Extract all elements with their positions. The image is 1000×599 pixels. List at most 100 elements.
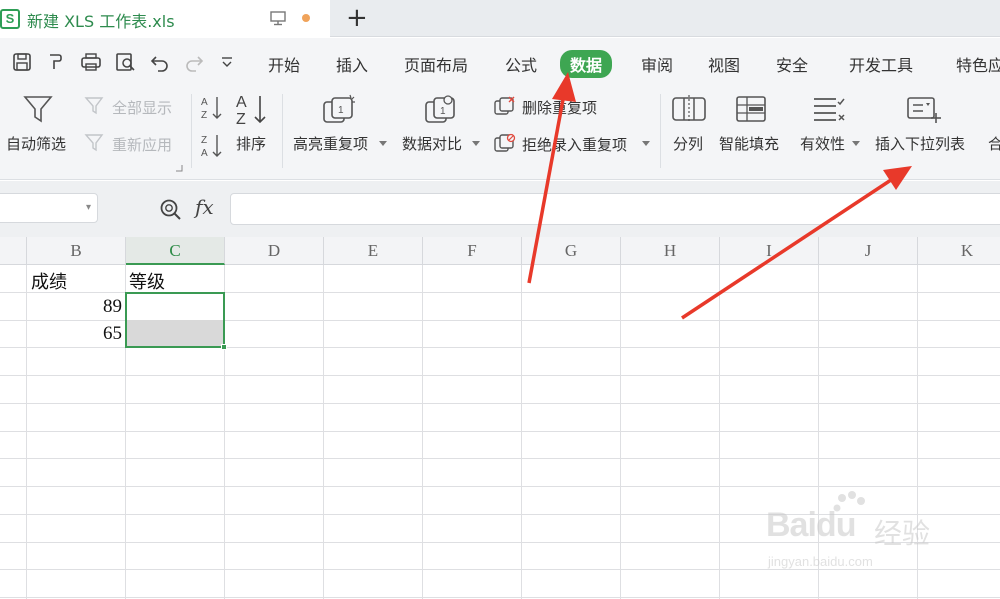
ribbon-separator <box>282 94 283 168</box>
document-title: 新建 XLS 工作表.xls <box>27 12 175 31</box>
data-validation-icon <box>814 98 845 121</box>
grid-line <box>0 375 1000 376</box>
svg-text:Z: Z <box>236 111 246 126</box>
zoom-icon[interactable] <box>159 198 183 222</box>
smart-fill-button[interactable]: 智能填充 <box>719 133 779 154</box>
menu-home[interactable]: 开始 <box>268 52 300 76</box>
filter-icon <box>23 96 53 123</box>
menu-security[interactable]: 安全 <box>776 52 808 76</box>
reject-duplicates-button[interactable]: 拒绝录入重复项 <box>522 134 627 155</box>
cell-c1[interactable]: 等级 <box>129 268 165 294</box>
unsaved-dot-icon <box>302 14 310 22</box>
menu-developer[interactable]: 开发工具 <box>849 52 913 76</box>
save-icon[interactable] <box>12 52 32 72</box>
monitor-icon[interactable] <box>270 11 286 26</box>
insert-dropdown-list-icon <box>907 97 941 123</box>
svg-text:1: 1 <box>338 105 344 116</box>
smart-fill-icon <box>736 96 766 122</box>
grid-line <box>0 458 1000 459</box>
menu-view[interactable]: 视图 <box>708 52 740 76</box>
column-header-k[interactable]: K <box>918 237 1000 265</box>
validity-button[interactable]: 有效性 <box>800 133 845 154</box>
column-header-g[interactable]: G <box>522 237 621 265</box>
chevron-down-icon[interactable] <box>472 141 480 147</box>
highlight-duplicates-button[interactable]: 高亮重复项 <box>293 133 368 154</box>
spreadsheet-logo-icon: S <box>0 9 20 29</box>
column-header-f[interactable]: F <box>423 237 522 265</box>
menu-review[interactable]: 审阅 <box>641 52 673 76</box>
menu-insert[interactable]: 插入 <box>336 52 368 76</box>
chevron-down-icon[interactable]: ▾ <box>86 202 91 213</box>
tab-bar: S 新建 XLS 工作表.xls + <box>0 0 1000 37</box>
remove-duplicates-button[interactable]: 删除重复项 <box>522 97 597 118</box>
show-all-filter-icon <box>84 97 104 115</box>
customize-dropdown-icon[interactable] <box>220 55 234 69</box>
data-compare-button[interactable]: 数据对比 <box>402 133 462 154</box>
print-preview-icon[interactable] <box>115 52 137 72</box>
redo-icon[interactable] <box>184 52 204 72</box>
sort-descending-icon[interactable]: Z A <box>199 132 225 160</box>
split-columns-icon <box>672 95 706 123</box>
print-icon[interactable] <box>80 52 102 72</box>
undo-icon[interactable] <box>150 52 170 72</box>
cell-b2[interactable]: 89 <box>27 296 122 318</box>
fill-handle[interactable] <box>221 344 227 350</box>
svg-text:A: A <box>201 148 208 159</box>
grid-line <box>719 265 720 599</box>
formula-bar: ▾ fx <box>0 181 1000 237</box>
reapply-button[interactable]: 重新应用 <box>112 134 172 155</box>
name-box[interactable]: ▾ <box>0 193 98 223</box>
menu-page-layout[interactable]: 页面布局 <box>404 52 468 76</box>
svg-text:Z: Z <box>201 135 207 146</box>
remove-duplicates-icon <box>494 96 515 115</box>
format-painter-icon[interactable] <box>46 52 66 72</box>
grid-line <box>422 265 423 599</box>
cell-b1[interactable]: 成绩 <box>31 268 67 294</box>
formula-input[interactable] <box>230 193 1000 225</box>
auto-filter-button[interactable]: 自动筛选 <box>6 133 66 154</box>
show-all-button[interactable]: 全部显示 <box>112 97 172 118</box>
watermark-jingyan: 经验 <box>874 517 931 550</box>
svg-text:A: A <box>236 94 247 111</box>
chevron-down-icon[interactable] <box>852 141 860 147</box>
menu-bar: 开始 插入 页面布局 公式 数据 审阅 视图 安全 开发工具 特色应 <box>0 38 1000 88</box>
document-tab[interactable]: S 新建 XLS 工作表.xls <box>0 0 330 37</box>
sort-ascending-icon[interactable]: A Z <box>199 94 225 122</box>
column-header-i[interactable]: I <box>720 237 819 265</box>
column-header-d[interactable]: D <box>225 237 324 265</box>
grid-line <box>521 265 522 599</box>
column-header-b[interactable]: B <box>27 237 126 265</box>
column-header-j[interactable]: J <box>819 237 918 265</box>
watermark-logo: Baidu <box>766 506 856 544</box>
column-header-e[interactable]: E <box>324 237 423 265</box>
merge-button[interactable]: 合 <box>988 133 1000 154</box>
column-header[interactable] <box>0 237 27 265</box>
insert-dropdown-list-button[interactable]: 插入下拉列表 <box>875 133 965 154</box>
menu-data[interactable]: 数据 <box>560 50 613 78</box>
watermark-url: jingyan.baidu.com <box>768 554 873 569</box>
sort-icon: A Z <box>236 94 266 126</box>
menu-special[interactable]: 特色应 <box>956 52 1000 76</box>
insert-function-button[interactable]: fx <box>195 195 214 219</box>
grid-line <box>620 265 621 599</box>
cell-b3[interactable]: 65 <box>27 323 122 345</box>
sort-button[interactable]: 排序 <box>236 133 266 154</box>
column-header-h[interactable]: H <box>621 237 720 265</box>
new-tab-button[interactable]: + <box>346 3 368 33</box>
grid-line <box>0 486 1000 487</box>
selection-range[interactable] <box>125 292 225 348</box>
split-button[interactable]: 分列 <box>673 133 703 154</box>
menu-formula[interactable]: 公式 <box>505 52 537 76</box>
reapply-filter-icon <box>84 134 104 152</box>
svg-text:Z: Z <box>201 110 207 121</box>
grid-line <box>0 597 1000 598</box>
ribbon-separator <box>191 94 192 168</box>
grid-line <box>0 431 1000 432</box>
data-ribbon: 自动筛选 全部显示 重新应用 A Z Z A A Z 排序 1 高亮重复项 1 … <box>0 88 1000 180</box>
chevron-down-icon[interactable] <box>379 141 387 147</box>
data-compare-icon: 1 <box>425 95 455 123</box>
column-header-c[interactable]: C <box>126 237 225 265</box>
dialog-launcher-icon[interactable] <box>175 164 183 172</box>
chevron-down-icon[interactable] <box>642 141 650 147</box>
baidu-jingyan-watermark: Baidu 经验 jingyan.baidu.com <box>756 490 956 580</box>
